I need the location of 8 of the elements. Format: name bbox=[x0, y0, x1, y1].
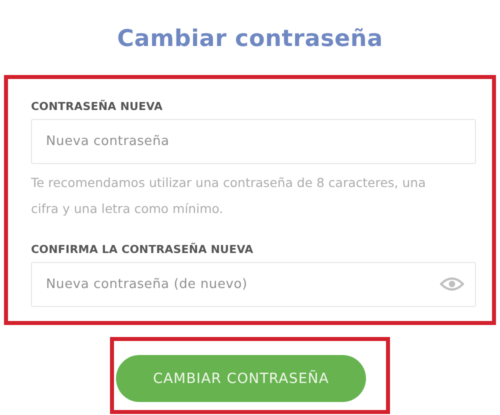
password-field[interactable]: Nueva contraseña bbox=[31, 119, 476, 164]
password-field[interactable]: Nueva contraseña (de nuevo) bbox=[31, 262, 476, 307]
page-title: Cambiar contraseña bbox=[117, 26, 383, 52]
change-password-button[interactable]: CAMBIAR CONTRASEÑA bbox=[116, 355, 366, 402]
field-label: CONTRASEÑA NUEVA bbox=[31, 100, 163, 113]
field-label: CONFIRMA LA CONTRASEÑA NUEVA bbox=[31, 243, 254, 256]
hint-text: Te recomendamos utilizar una contraseña de 8 caracteres, una cifra y una letra como mínimo. bbox=[31, 174, 427, 218]
eye-icon[interactable] bbox=[440, 276, 464, 292]
